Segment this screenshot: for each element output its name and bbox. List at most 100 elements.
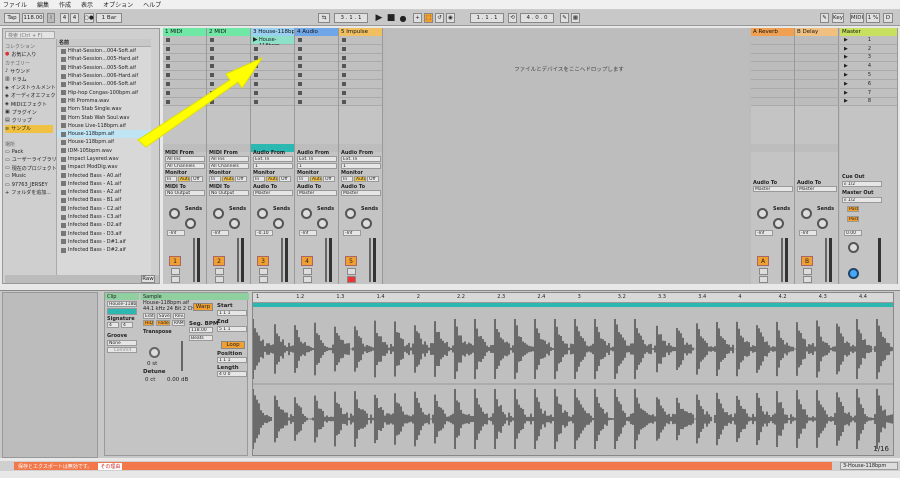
scene-row[interactable]: ▶ 6 bbox=[840, 79, 897, 89]
scene-row[interactable]: ▶ 8 bbox=[840, 97, 897, 107]
scene-row[interactable]: ▶ 4 bbox=[840, 62, 897, 72]
stop-button-icon[interactable] bbox=[210, 55, 214, 60]
stop-button-icon[interactable] bbox=[342, 64, 346, 69]
stop-button-icon[interactable] bbox=[254, 99, 258, 104]
clip-gain-slider[interactable] bbox=[181, 341, 183, 371]
gain-value[interactable]: 0.00 dB bbox=[167, 377, 188, 383]
stop-button-icon[interactable] bbox=[254, 81, 258, 86]
stop-button-icon[interactable] bbox=[166, 38, 170, 42]
category-samples[interactable]: ≋ サンプル bbox=[5, 124, 53, 133]
ram-toggle[interactable]: RAM bbox=[171, 320, 185, 326]
clip-slot[interactable] bbox=[795, 88, 838, 98]
send-b-knob[interactable] bbox=[817, 218, 828, 229]
file-row[interactable]: House Live-118bpm.aif bbox=[57, 122, 151, 130]
detune-value[interactable]: 0 ct bbox=[145, 377, 155, 383]
output-type-select[interactable]: Master bbox=[253, 190, 293, 196]
sample-editor[interactable]: 1 1.2 1.3 1.4 2 2.2 2.3 2.4 3 3.2 3.3 3.4 4 4.2 4.3 4.4… bbox=[252, 292, 894, 456]
scene-row[interactable]: ▶ 3 bbox=[840, 53, 897, 63]
clip-slot[interactable] bbox=[295, 79, 338, 89]
position-field[interactable]: 1 1 1 bbox=[217, 357, 247, 363]
scene-launch-icon[interactable]: ▶ bbox=[844, 90, 848, 96]
file-row[interactable]: Infected Bass - D2.aif bbox=[57, 221, 151, 229]
clip-slot[interactable] bbox=[207, 97, 250, 107]
monitor-off[interactable]: Off bbox=[191, 176, 203, 182]
post-button-b[interactable]: Post bbox=[847, 216, 859, 222]
monitor-in[interactable]: In bbox=[253, 176, 265, 182]
quantization-select[interactable]: 1 Bar bbox=[96, 13, 122, 23]
track-activator[interactable]: 4 bbox=[301, 256, 313, 266]
clip-slot[interactable] bbox=[339, 79, 382, 89]
stop-button-icon[interactable] bbox=[342, 46, 346, 51]
cue-volume-knob[interactable] bbox=[848, 268, 859, 279]
solo-button[interactable] bbox=[803, 268, 812, 275]
arm-button[interactable] bbox=[803, 276, 812, 283]
scene-launch-icon[interactable]: ▶ bbox=[844, 72, 848, 78]
metronome-icon[interactable]: ⁞ bbox=[47, 13, 55, 23]
output-type-select[interactable]: No Output bbox=[165, 190, 205, 196]
monitor-auto[interactable]: Auto bbox=[310, 176, 322, 182]
scene-row[interactable]: ▶ 5 bbox=[840, 71, 897, 80]
stop-button-icon[interactable] bbox=[298, 46, 302, 51]
scene-row[interactable]: ▶ 1 bbox=[840, 36, 897, 45]
stop-button-icon[interactable] bbox=[166, 46, 170, 51]
status-link[interactable]: その理由 bbox=[98, 462, 123, 470]
track-header[interactable]: 1 MIDI bbox=[163, 28, 206, 36]
clip-slot[interactable]: ▶House-118bpm bbox=[251, 36, 294, 49]
stop-button-icon[interactable] bbox=[342, 99, 346, 104]
scene-launch-icon[interactable]: ▶ bbox=[844, 63, 848, 69]
solo-button[interactable] bbox=[303, 268, 312, 275]
volume-fader[interactable] bbox=[781, 238, 783, 282]
waveform-display[interactable] bbox=[253, 311, 894, 456]
clip-play-icon[interactable]: ▶ bbox=[253, 36, 258, 43]
send-a-knob[interactable] bbox=[801, 208, 812, 219]
send-a-knob[interactable] bbox=[301, 208, 312, 219]
stop-button-icon[interactable] bbox=[342, 73, 346, 78]
clip-sig-num[interactable]: 4 bbox=[107, 322, 119, 328]
stop-button-icon[interactable] bbox=[210, 90, 214, 95]
send-b-knob[interactable] bbox=[229, 218, 240, 229]
category-audio-effects[interactable]: ◈ オーディオエフェクト bbox=[5, 92, 61, 100]
volume-field[interactable]: -Inf bbox=[167, 230, 185, 236]
menu-view[interactable]: 表示 bbox=[81, 0, 93, 9]
volume-fader[interactable] bbox=[325, 238, 327, 282]
stop-button-icon[interactable] bbox=[298, 81, 302, 86]
send-a-knob[interactable] bbox=[757, 208, 768, 219]
master-header[interactable]: Master bbox=[840, 28, 897, 36]
clip-slot[interactable] bbox=[339, 88, 382, 98]
post-button-a[interactable]: Post bbox=[847, 206, 859, 212]
send-a-knob[interactable] bbox=[257, 208, 268, 219]
clip-slot[interactable] bbox=[295, 97, 338, 107]
stop-button-icon[interactable] bbox=[210, 99, 214, 104]
scene-row[interactable]: ▶ 7 bbox=[840, 88, 897, 98]
monitor-auto[interactable]: Auto bbox=[354, 176, 366, 182]
clip-slot[interactable] bbox=[295, 71, 338, 80]
midi-map-button[interactable]: MIDI bbox=[850, 13, 864, 23]
hiq-toggle[interactable]: HiQ bbox=[143, 320, 155, 326]
clip-slot[interactable] bbox=[339, 71, 382, 80]
track-header[interactable]: 5 Impulse bbox=[339, 28, 382, 36]
file-row[interactable]: Hihat-Session...006-Soft.aif bbox=[57, 80, 151, 88]
file-row[interactable]: Infected Bass - C3.aif bbox=[57, 213, 151, 221]
file-row[interactable]: Hihat-Session...004-Soft.aif bbox=[57, 47, 151, 55]
arm-button[interactable] bbox=[759, 276, 768, 283]
stop-button-icon[interactable] bbox=[210, 38, 214, 42]
output-type-select[interactable]: Master bbox=[753, 186, 793, 192]
file-row[interactable]: Impact ModDig.wav bbox=[57, 163, 151, 171]
key-map-button[interactable]: Key bbox=[832, 13, 844, 23]
file-row[interactable]: Hihat-Session...005-Soft.aif bbox=[57, 64, 151, 72]
file-row[interactable]: Hihat-Session...005-Hard.aif bbox=[57, 55, 151, 63]
tap-button[interactable]: Tap bbox=[4, 13, 20, 23]
clip-slot[interactable] bbox=[163, 36, 206, 45]
send-b-knob[interactable] bbox=[317, 218, 328, 229]
clip-slot[interactable] bbox=[795, 44, 838, 54]
record-icon[interactable]: ● bbox=[398, 13, 408, 23]
monitor-off[interactable]: Off bbox=[323, 176, 335, 182]
transpose-knob[interactable] bbox=[149, 347, 160, 358]
input-channel-select[interactable]: 1 bbox=[297, 163, 337, 169]
add-folder-item[interactable]: + フォルダを追加... bbox=[5, 189, 53, 197]
input-type-select[interactable]: All Ins bbox=[209, 156, 249, 162]
clip-color[interactable] bbox=[107, 308, 137, 315]
clip-slot[interactable] bbox=[751, 62, 794, 72]
stop-button-icon[interactable] bbox=[166, 81, 170, 86]
clip-slot[interactable] bbox=[295, 36, 338, 45]
